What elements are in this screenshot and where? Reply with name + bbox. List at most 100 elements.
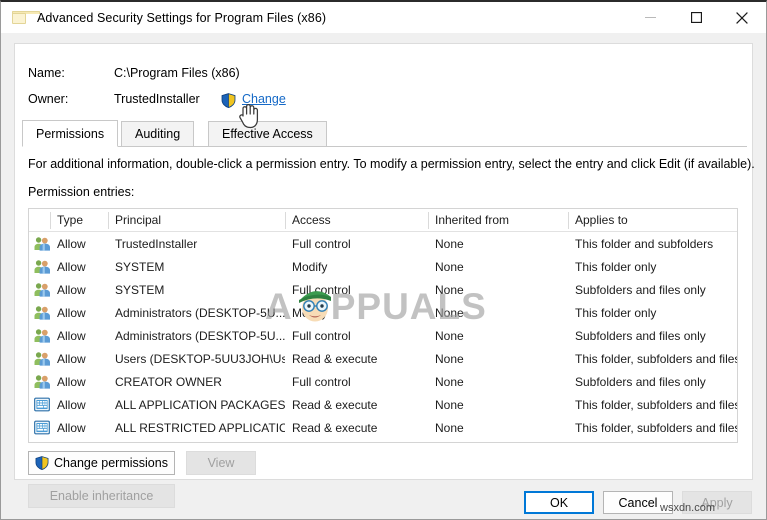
table-row[interactable]: Allow Users (DESKTOP-5UU3JOH\Us... Read & …: [29, 347, 737, 370]
cell-applies-to: Subfolders and files only: [575, 374, 706, 389]
cell-applies-to: This folder, subfolders and files: [575, 351, 738, 366]
close-icon: [736, 11, 748, 24]
users-icon: [34, 351, 50, 366]
permission-entries-label: Permission entries:: [28, 185, 135, 199]
table-row[interactable]: Allow ALL RESTRICTED APPLICATIO... Read & …: [29, 416, 737, 439]
table-row[interactable]: Allow CREATOR OWNER Full control None Subfol…: [29, 370, 737, 393]
cell-principal: Administrators (DESKTOP-5U...: [115, 305, 285, 320]
tab-strip: Permissions Auditing Effective Access: [22, 120, 747, 147]
users-icon: [34, 236, 50, 251]
cell-access: Full control: [292, 282, 351, 297]
cell-principal: SYSTEM: [115, 259, 165, 274]
cell-type: Allow: [57, 259, 86, 274]
cell-type: Allow: [57, 305, 86, 320]
column-header-inherited-from[interactable]: Inherited from: [428, 209, 568, 231]
cell-type: Allow: [57, 236, 86, 251]
cell-access: Read & execute: [292, 397, 378, 412]
cell-applies-to: This folder only: [575, 259, 657, 274]
cell-access: Full control: [292, 328, 351, 343]
cell-applies-to: This folder and subfolders: [575, 236, 714, 251]
cell-principal: ALL APPLICATION PACKAGES: [115, 397, 285, 412]
minimize-button[interactable]: [627, 2, 673, 33]
ok-button[interactable]: OK: [524, 491, 594, 514]
cell-principal: TrustedInstaller: [115, 236, 198, 251]
cell-inherited-from: None: [435, 397, 464, 412]
cell-applies-to: Subfolders and files only: [575, 328, 706, 343]
column-header-type[interactable]: Type: [50, 209, 108, 231]
tab-auditing[interactable]: Auditing: [121, 121, 195, 147]
uac-shield-icon: [221, 93, 236, 109]
table-body: Allow TrustedInstaller Full control None Thi…: [29, 232, 737, 439]
view-button[interactable]: View: [186, 451, 256, 475]
cell-applies-to: Subfolders and files only: [575, 282, 706, 297]
column-header-applies-to[interactable]: Applies to: [568, 209, 737, 231]
cell-inherited-from: None: [435, 259, 464, 274]
permission-entries-table[interactable]: Type Principal Access Inherited from App…: [28, 208, 738, 443]
cancel-button[interactable]: Cancel: [603, 491, 673, 514]
users-icon: [34, 305, 50, 320]
window-title: Advanced Security Settings for Program F…: [37, 10, 327, 25]
cell-type: Allow: [57, 282, 86, 297]
change-owner-link[interactable]: Change: [242, 92, 286, 106]
column-header-principal[interactable]: Principal: [108, 209, 285, 231]
cell-applies-to: This folder only: [575, 305, 657, 320]
dialog-content-panel: Name: C:\Program Files (x86) Owner: Trus…: [14, 43, 755, 508]
cell-type: Allow: [57, 397, 86, 412]
title-bar: Advanced Security Settings for Program F…: [1, 2, 766, 33]
column-header-access[interactable]: Access: [285, 209, 428, 231]
change-permissions-button[interactable]: Change permissions: [28, 451, 175, 475]
folder-icon: [12, 10, 40, 25]
cell-type: Allow: [57, 420, 86, 435]
cell-inherited-from: None: [435, 328, 464, 343]
table-row[interactable]: Allow Administrators (DESKTOP-5U... Full c…: [29, 324, 737, 347]
info-text: For additional information, double-click…: [28, 157, 755, 171]
cell-applies-to: This folder, subfolders and files: [575, 397, 738, 412]
users-icon: [34, 328, 50, 343]
cell-inherited-from: None: [435, 374, 464, 389]
cell-principal: SYSTEM: [115, 282, 165, 297]
maximize-button[interactable]: [673, 2, 719, 33]
cell-principal: ALL RESTRICTED APPLICATIO...: [115, 420, 285, 435]
users-icon: [34, 374, 50, 389]
tab-effective-access[interactable]: Effective Access: [208, 121, 327, 147]
enable-inheritance-button[interactable]: Enable inheritance: [28, 484, 175, 508]
advanced-security-settings-dialog: Advanced Security Settings for Program F…: [0, 0, 767, 520]
name-label: Name:: [28, 66, 65, 80]
owner-label: Owner:: [28, 92, 69, 106]
cell-inherited-from: None: [435, 420, 464, 435]
cell-access: Modify: [292, 305, 328, 320]
cell-type: Allow: [57, 351, 86, 366]
maximize-icon: [690, 12, 702, 23]
cell-principal: CREATOR OWNER: [115, 374, 222, 389]
table-row[interactable]: Allow ALL APPLICATION PACKAGES Read & exec…: [29, 393, 737, 416]
cell-access: Full control: [292, 374, 351, 389]
cell-inherited-from: None: [435, 351, 464, 366]
table-row[interactable]: Allow SYSTEM Modify None This folder only: [29, 255, 737, 278]
cell-principal: Administrators (DESKTOP-5U...: [115, 328, 285, 343]
cell-applies-to: This folder, subfolders and files: [575, 420, 738, 435]
cell-access: Modify: [292, 259, 328, 274]
cell-access: Read & execute: [292, 351, 378, 366]
table-row[interactable]: Allow TrustedInstaller Full control None Thi…: [29, 232, 737, 255]
table-row[interactable]: Allow SYSTEM Full control None Subfolders an…: [29, 278, 737, 301]
change-permissions-label: Change permissions: [54, 456, 168, 470]
close-button[interactable]: [719, 2, 765, 33]
cell-inherited-from: None: [435, 282, 464, 297]
table-row[interactable]: Allow Administrators (DESKTOP-5U... Modify…: [29, 301, 737, 324]
cell-principal: Users (DESKTOP-5UU3JOH\Us...: [115, 351, 285, 366]
cell-access: Full control: [292, 236, 351, 251]
apply-button[interactable]: Apply: [682, 491, 752, 514]
cell-type: Allow: [57, 328, 86, 343]
owner-value: TrustedInstaller: [114, 92, 200, 106]
name-value: C:\Program Files (x86): [114, 66, 240, 80]
minimize-icon: [644, 17, 656, 18]
cell-access: Read & execute: [292, 420, 378, 435]
table-header-row: Type Principal Access Inherited from App…: [29, 209, 737, 232]
cell-type: Allow: [57, 374, 86, 389]
app-package-icon: [34, 420, 50, 435]
users-icon: [34, 259, 50, 274]
uac-shield-icon: [35, 456, 49, 471]
cell-inherited-from: None: [435, 236, 464, 251]
tab-permissions[interactable]: Permissions: [22, 120, 119, 147]
app-package-icon: [34, 397, 50, 412]
